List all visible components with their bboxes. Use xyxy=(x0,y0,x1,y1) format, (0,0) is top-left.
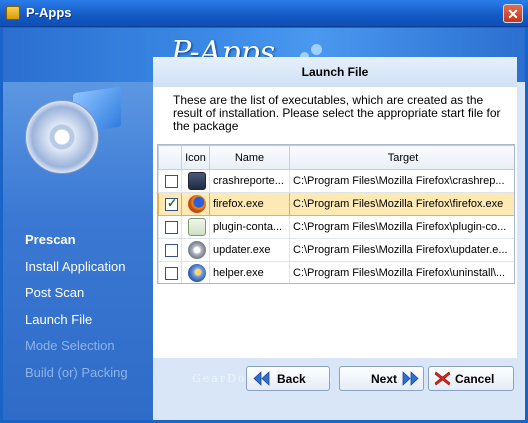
content-panel: Launch File These are the list of execut… xyxy=(153,57,517,358)
row-name: plugin-conta... xyxy=(209,215,290,239)
row-target: C:\Program Files\Mozilla Firefox\plugin-… xyxy=(289,215,514,239)
wizard-sidebar: Prescan Install Application Post Scan La… xyxy=(3,82,153,420)
row-name: firefox.exe xyxy=(209,192,290,216)
next-button[interactable]: Next xyxy=(339,366,424,391)
row-target: C:\Program Files\Mozilla Firefox\firefox… xyxy=(289,192,514,216)
row-icon-cell xyxy=(181,192,210,216)
row-checkbox[interactable] xyxy=(165,196,178,211)
step-install-application: Install Application xyxy=(25,258,126,274)
page-description: These are the list of executables, which… xyxy=(173,93,501,133)
table-row[interactable]: plugin-conta... C:\Program Files\Mozilla… xyxy=(158,215,514,239)
table-header: Icon Name Target xyxy=(158,145,514,170)
back-label: Back xyxy=(277,372,306,386)
column-header-name[interactable]: Name xyxy=(209,145,290,170)
step-build-packing: Build (or) Packing xyxy=(25,364,128,380)
row-target: C:\Program Files\Mozilla Firefox\crashre… xyxy=(289,169,514,193)
back-button[interactable]: Back xyxy=(246,366,330,391)
row-checkbox[interactable] xyxy=(165,266,178,280)
row-name: updater.exe xyxy=(209,238,290,262)
column-header-select[interactable] xyxy=(158,145,182,170)
row-icon-cell xyxy=(181,238,210,262)
row-name: helper.exe xyxy=(209,261,290,283)
row-target: C:\Program Files\Mozilla Firefox\uninsta… xyxy=(289,261,514,283)
row-icon-cell xyxy=(181,169,210,193)
crash-reporter-icon xyxy=(188,172,206,190)
row-checkbox[interactable] xyxy=(165,220,178,234)
executables-table: Icon Name Target crashreporte... C:\Prog… xyxy=(157,144,515,284)
next-arrow-icon xyxy=(402,371,419,386)
row-checkbox-cell[interactable] xyxy=(158,238,182,262)
firefox-icon xyxy=(188,195,206,213)
helper-icon xyxy=(188,264,206,282)
row-icon-cell xyxy=(181,261,210,283)
window-title: P-Apps xyxy=(26,5,72,20)
step-launch-file: Launch File xyxy=(25,311,93,327)
step-mode-selection: Mode Selection xyxy=(25,338,115,353)
row-checkbox-cell[interactable] xyxy=(158,169,182,193)
plugin-container-icon xyxy=(188,218,206,236)
back-arrow-icon xyxy=(253,371,270,386)
table-row[interactable]: firefox.exe C:\Program Files\Mozilla Fir… xyxy=(158,192,514,216)
wizard-steps: Prescan Install Application Post Scan La… xyxy=(25,232,128,391)
step-prescan: Prescan xyxy=(25,232,76,247)
cancel-label: Cancel xyxy=(455,372,495,386)
row-target: C:\Program Files\Mozilla Firefox\updater… xyxy=(289,238,514,262)
row-checkbox[interactable] xyxy=(165,243,178,257)
step-post-scan: Post Scan xyxy=(25,285,85,300)
row-name: crashreporte... xyxy=(209,169,290,193)
row-checkbox[interactable] xyxy=(165,174,178,188)
cd-disc-icon xyxy=(25,100,99,174)
table-row[interactable]: crashreporte... C:\Program Files\Mozilla… xyxy=(158,169,514,193)
app-icon xyxy=(6,6,20,20)
close-button[interactable]: ✕ xyxy=(503,4,523,23)
column-header-icon[interactable]: Icon xyxy=(181,145,210,170)
row-icon-cell xyxy=(181,215,210,239)
cancel-x-icon xyxy=(434,371,451,386)
table-row[interactable]: updater.exe C:\Program Files\Mozilla Fir… xyxy=(158,238,514,262)
table-row[interactable]: helper.exe C:\Program Files\Mozilla Fire… xyxy=(158,261,514,283)
row-checkbox-cell[interactable] xyxy=(158,215,182,239)
updater-icon xyxy=(188,241,206,259)
row-checkbox-cell[interactable] xyxy=(158,261,182,283)
page-title: Launch File xyxy=(153,57,517,87)
title-bar: P-Apps ✕ xyxy=(0,0,528,27)
row-checkbox-cell[interactable] xyxy=(158,192,182,216)
column-header-target[interactable]: Target xyxy=(289,145,514,170)
cancel-button[interactable]: Cancel xyxy=(428,366,514,391)
next-label: Next xyxy=(371,372,398,386)
